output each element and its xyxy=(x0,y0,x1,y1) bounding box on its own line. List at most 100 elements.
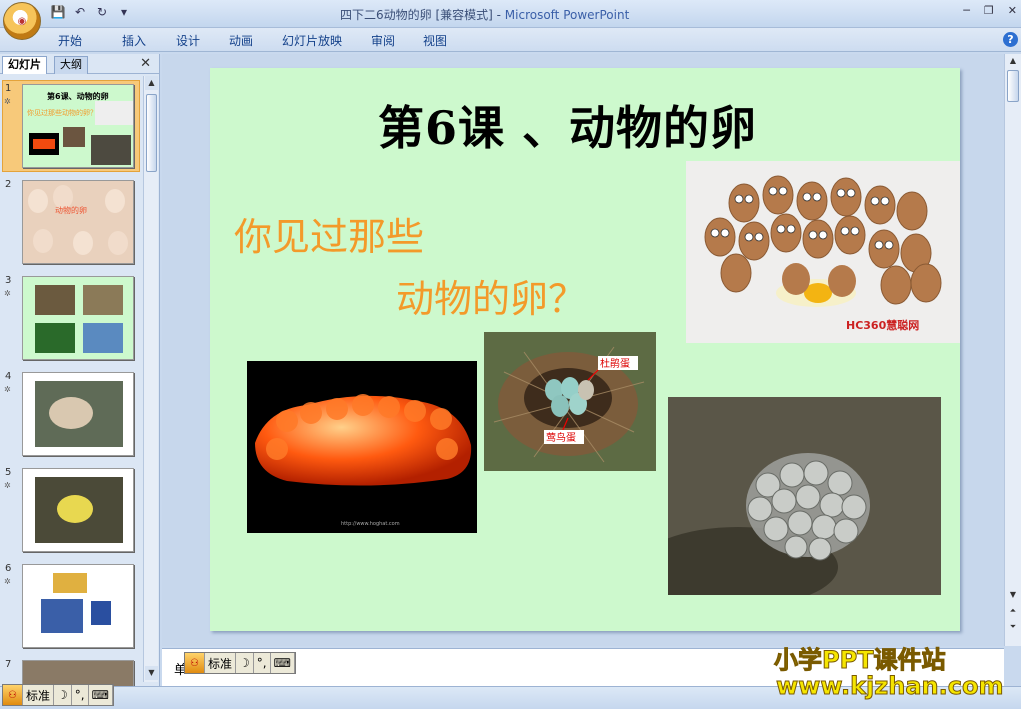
cartoon-egg xyxy=(762,175,794,215)
fish-roe-image[interactable]: http://www.hoghat.com xyxy=(247,361,477,533)
ime-moon-icon[interactable]: ☽ xyxy=(54,685,72,705)
cartoon-egg xyxy=(880,265,912,305)
slide-thumbnail-5[interactable] xyxy=(22,468,134,552)
tab-slides[interactable]: 幻灯片 xyxy=(2,56,47,74)
egg-eye xyxy=(836,188,846,198)
tab-review[interactable]: 审阅 xyxy=(371,32,423,49)
thumb-image xyxy=(83,285,123,315)
ime-mode[interactable]: 标准 xyxy=(23,685,55,705)
spawn-egg xyxy=(779,462,805,488)
nest-egg xyxy=(578,380,594,400)
cartoon-egg xyxy=(830,177,862,217)
office-logo-icon: ◉ xyxy=(17,15,27,27)
ime-keyboard-icon[interactable]: ⌨ xyxy=(271,653,295,673)
ime-mode[interactable]: 标准 xyxy=(205,653,237,673)
tab-design[interactable]: 设计 xyxy=(176,32,229,49)
roe-egg xyxy=(378,396,400,418)
egg-eye xyxy=(808,230,818,240)
slide-thumbnails: 1 ✲ 第6课、动物的卵 你见过那些动物的卵？ 2 动物的卵 3 ✲ 4 ✲ 5… xyxy=(0,76,142,686)
scroll-thumb[interactable] xyxy=(1007,70,1019,102)
roe-egg xyxy=(266,438,288,460)
scroll-up-icon[interactable]: ▲ xyxy=(145,76,158,90)
animation-star-icon: ✲ xyxy=(4,289,11,298)
slide-editor: 第6课 、动物的卵 你见过那些 动物的卵？ HC360慧聪网 http://ww… xyxy=(162,54,1004,646)
slide-number: 3 xyxy=(5,275,12,286)
cartoon-eggs-drawing: HC360慧聪网 xyxy=(704,175,942,332)
roe-egg xyxy=(404,400,426,422)
slide-thumbnail-4[interactable] xyxy=(22,372,134,456)
thumb-image xyxy=(35,323,75,353)
scroll-thumb[interactable] xyxy=(146,94,157,172)
question-line-2[interactable]: 动物的卵？ xyxy=(396,268,586,323)
cartoon-egg xyxy=(738,221,770,261)
thumb-image xyxy=(41,599,83,633)
animation-star-icon: ✲ xyxy=(4,385,11,394)
animation-star-icon: ✲ xyxy=(4,97,11,106)
slide-scrollbar[interactable]: ▲ ▼ ⏶ ⏷ xyxy=(1004,54,1021,646)
cartoon-egg xyxy=(728,183,760,223)
redo-icon[interactable]: ↻ xyxy=(94,4,110,20)
restore-icon[interactable]: ❐ xyxy=(984,4,994,17)
egg-eye xyxy=(744,194,754,204)
cartoon-egg xyxy=(770,213,802,253)
tab-home[interactable]: 开始 xyxy=(58,32,122,49)
ime-logo-icon[interactable]: ⚇ xyxy=(185,653,205,673)
cartoon-egg xyxy=(896,191,928,231)
roe-egg xyxy=(276,410,298,432)
thumb-image xyxy=(91,601,111,625)
scroll-down-icon[interactable]: ▼ xyxy=(145,666,158,680)
spawn-egg xyxy=(827,470,853,496)
save-icon[interactable]: 💾 xyxy=(50,4,66,20)
scroll-down-icon[interactable]: ▼ xyxy=(1006,588,1020,602)
current-slide[interactable]: 第6课 、动物的卵 你见过那些 动物的卵？ HC360慧聪网 http://ww… xyxy=(210,68,960,631)
slide-thumbnail-6[interactable] xyxy=(22,564,134,648)
bird-nest-image[interactable]: 杜鹃蛋 莺鸟蛋 xyxy=(484,332,656,471)
tab-animations[interactable]: 动画 xyxy=(229,32,282,49)
thumb-image xyxy=(49,397,93,429)
frog-spawn-image[interactable] xyxy=(668,397,941,595)
ime-toolbar[interactable]: ⚇ 标准 ☽ °, ⌨ xyxy=(184,652,296,674)
close-icon[interactable]: ✕ xyxy=(1008,4,1017,17)
roe-egg xyxy=(326,398,348,420)
thumb-egg xyxy=(105,189,125,213)
thumb-egg xyxy=(108,231,128,255)
panel-close-icon[interactable]: ✕ xyxy=(140,56,151,71)
ime-logo-icon[interactable]: ⚇ xyxy=(3,685,23,705)
slide-title[interactable]: 第6课 、动物的卵 xyxy=(210,92,925,158)
slide-thumbnail-1[interactable]: 第6课、动物的卵 你见过那些动物的卵？ xyxy=(22,84,134,168)
previous-slide-icon[interactable]: ⏶ xyxy=(1006,604,1020,618)
ribbon: 开始 插入 设计 动画 幻灯片放映 审阅 视图 ? xyxy=(0,28,1021,52)
site-watermark-title: 小学PPT课件站 xyxy=(774,646,947,675)
undo-icon[interactable]: ↶ xyxy=(72,4,88,20)
tab-outline[interactable]: 大纲 xyxy=(54,56,88,74)
slides-panel: 幻灯片 大纲 ✕ 1 ✲ 第6课、动物的卵 你见过那些动物的卵？ 2 动物的卵 … xyxy=(0,54,160,686)
customize-qat-icon[interactable]: ▾ xyxy=(116,4,132,20)
minimize-icon[interactable]: ─ xyxy=(963,4,970,17)
help-icon[interactable]: ? xyxy=(1003,32,1018,47)
spawn-egg xyxy=(763,516,789,542)
cartoon-egg xyxy=(828,265,856,297)
tab-view[interactable]: 视图 xyxy=(423,32,463,49)
spawn-egg xyxy=(808,537,832,561)
cartoon-eggs-image[interactable]: HC360慧聪网 xyxy=(686,161,960,343)
slide-thumbnail-2[interactable]: 动物的卵 xyxy=(22,180,134,264)
spawn-egg xyxy=(795,484,821,510)
office-button[interactable]: ◉ xyxy=(3,2,41,40)
egg-eye xyxy=(786,224,796,234)
ime-keyboard-icon[interactable]: ⌨ xyxy=(89,685,113,705)
ime-moon-icon[interactable]: ☽ xyxy=(236,653,254,673)
ribbon-tabs: 开始 插入 设计 动画 幻灯片放映 审阅 视图 xyxy=(58,32,463,49)
ime-toolbar[interactable]: ⚇ 标准 ☽ °, ⌨ xyxy=(2,684,114,706)
scroll-up-icon[interactable]: ▲ xyxy=(1006,54,1020,68)
ime-punctuation-icon[interactable]: °, xyxy=(254,653,271,673)
thumbnails-scrollbar[interactable]: ▲ ▼ xyxy=(143,76,158,682)
slide-thumbnail-3[interactable] xyxy=(22,276,134,360)
tab-insert[interactable]: 插入 xyxy=(122,32,176,49)
slide-thumbnail-7[interactable] xyxy=(22,660,134,686)
thumb-image xyxy=(91,135,131,165)
question-line-1[interactable]: 你见过那些 xyxy=(234,206,424,261)
ime-punctuation-icon[interactable]: °, xyxy=(72,685,89,705)
next-slide-icon[interactable]: ⏷ xyxy=(1006,620,1020,634)
egg-eye xyxy=(778,186,788,196)
tab-slideshow[interactable]: 幻灯片放映 xyxy=(282,32,371,49)
